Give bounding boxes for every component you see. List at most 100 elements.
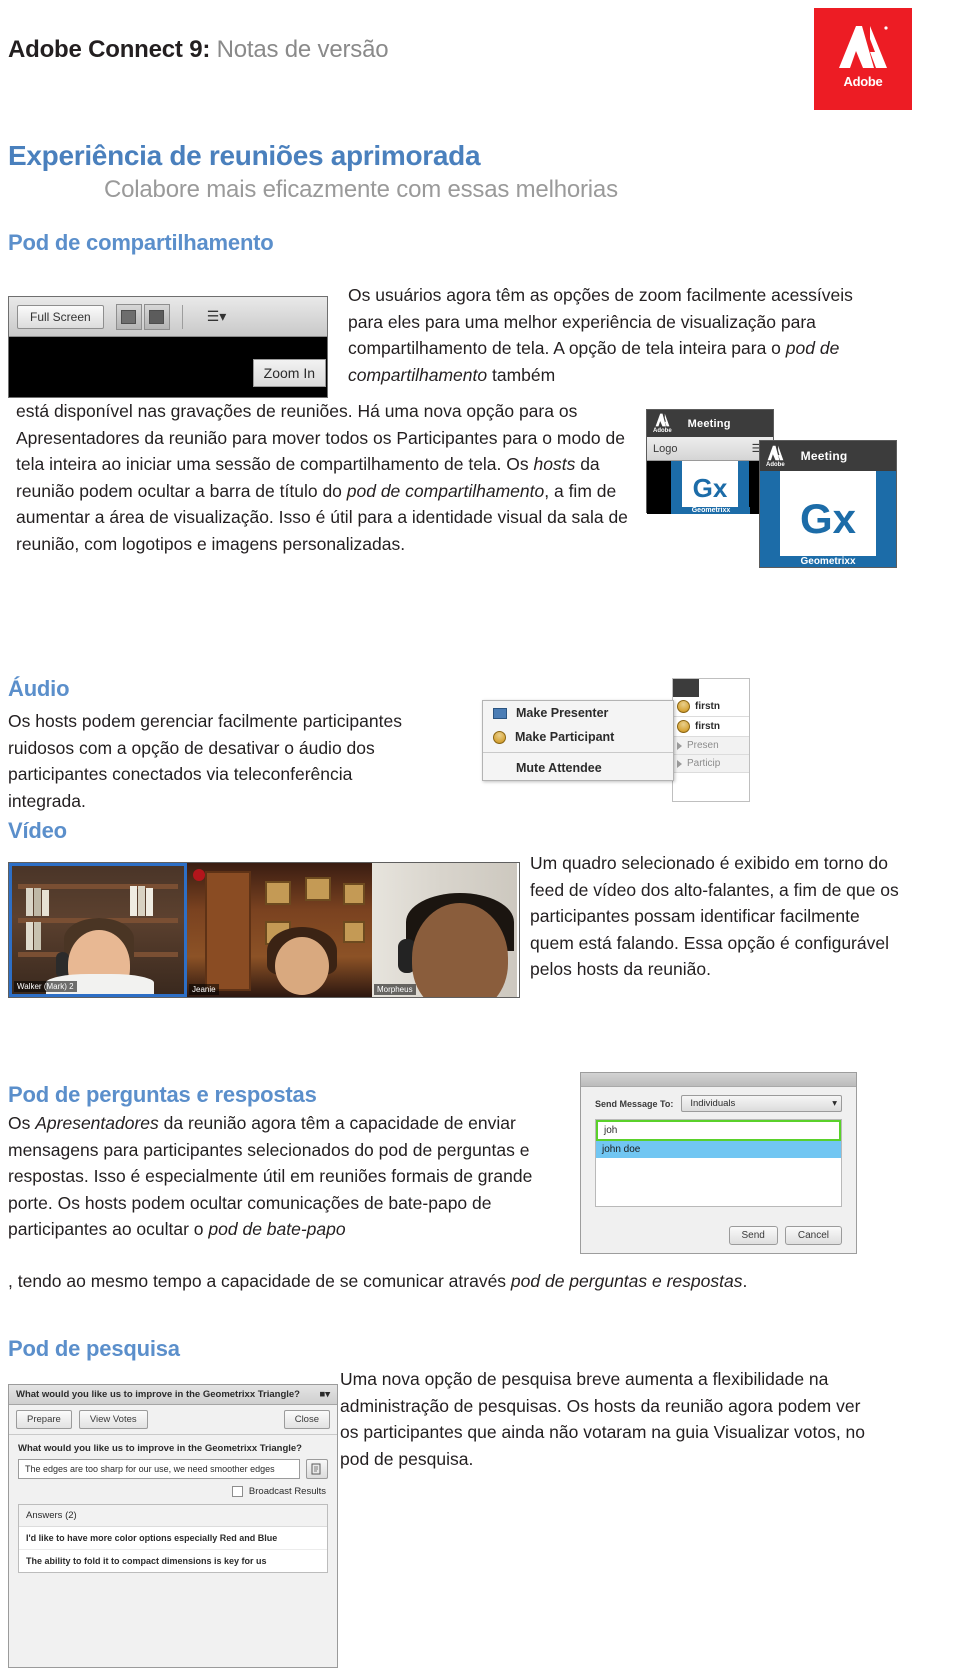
share-pod-text-right: Os usuários agora têm as opções de zoom …	[340, 282, 872, 388]
audio-context-menu-screenshot: firstn firstn Presen Particip Make Prese…	[482, 678, 750, 802]
poll-toolbar: Prepare View Votes Close	[9, 1405, 337, 1435]
qa-italic-1: Apresentadores	[35, 1113, 159, 1133]
meeting-logo-thumbnail-1: Adobe Meeting Logo ☰▾ Gx Geometrixx	[646, 409, 774, 514]
qa-paragraph-cont: , tendo ao mesmo tempo a capacidade de s…	[8, 1268, 868, 1295]
poll-question: What would you like us to improve in the…	[18, 1443, 302, 1454]
send-to-label: Send Message To:	[595, 1098, 674, 1109]
broadcast-results-row[interactable]: Broadcast Results	[9, 1479, 337, 1502]
page-title-subtitle: Notas de versão	[210, 36, 389, 63]
adobe-a-mark-icon-small-1: Adobe	[653, 413, 672, 434]
section-heading: Experiência de reuniões aprimorada	[8, 140, 481, 171]
menu-item-label: Make Participant	[515, 730, 615, 744]
share-pod-paragraph-flow: está disponível nas gravações de reuniõe…	[16, 398, 648, 558]
meeting-logo-label: Logo	[653, 442, 678, 455]
full-screen-button[interactable]: Full Screen	[17, 304, 104, 329]
dialog-buttons: Send Cancel	[728, 1226, 842, 1245]
menu-item-label: Mute Attendee	[516, 761, 602, 775]
video-paragraph: Um quadro selecionado é exibido em torno…	[530, 853, 899, 980]
list-item: The ability to fold it to compact dimens…	[26, 1556, 267, 1566]
view-mode-fill-icon[interactable]	[143, 303, 170, 330]
presenters-group-row[interactable]: Presen	[673, 737, 749, 755]
recipient-list-empty	[596, 1158, 841, 1206]
share-pod-paragraph-right: Os usuários agora têm as opções de zoom …	[348, 282, 872, 388]
qa-seg-3: , tendo ao mesmo tempo a capacidade de s…	[8, 1271, 511, 1291]
recipient-search-input[interactable]: joh	[596, 1120, 841, 1141]
poll-paragraph: Uma nova opção de pesquisa breve aumenta…	[340, 1369, 866, 1469]
poll-answers-list: Answers (2) I'd like to have more color …	[18, 1504, 328, 1573]
broadcast-results-label: Broadcast Results	[248, 1486, 326, 1497]
attendee-row[interactable]: firstn	[673, 697, 749, 717]
adobe-word-small-1: Adobe	[653, 428, 672, 434]
recipient-suggestion[interactable]: john doe	[596, 1141, 841, 1158]
document-header: Adobe Connect 9: Notas de versão Adobe	[0, 0, 960, 118]
mute-indicator-icon	[193, 869, 205, 881]
answers-header: Answers (2)	[19, 1505, 327, 1527]
attendee-row[interactable]: firstn	[673, 717, 749, 737]
share-pod-para-a: Os usuários agora têm as opções de zoom …	[348, 285, 853, 359]
recipient-picker: joh john doe	[595, 1119, 842, 1207]
video-tile[interactable]: Morpheus	[372, 863, 517, 997]
pod-options-icon[interactable]: ■▾	[319, 1389, 330, 1400]
view-mode-fit-icon[interactable]	[115, 303, 142, 330]
menu-separator	[483, 752, 673, 753]
video-tile-selected[interactable]: Walker (Mark) 2	[9, 863, 187, 997]
send-to-dropdown[interactable]: Individuals ▾	[681, 1095, 842, 1112]
meeting-logo-area-1: Gx Geometrixx	[647, 461, 773, 514]
menu-item-make-participant[interactable]: Make Participant	[483, 725, 673, 749]
qa-section-continued: , tendo ao mesmo tempo a capacidade de s…	[8, 1268, 868, 1295]
poll-pod-titlebar: What would you like us to improve in the…	[9, 1385, 337, 1405]
adobe-a-mark-icon	[839, 26, 888, 68]
attendee-name: firstn	[695, 701, 720, 712]
video-text: Um quadro selecionado é exibido em torno…	[530, 850, 900, 983]
send-button[interactable]: Send	[728, 1226, 778, 1245]
close-button[interactable]: Close	[283, 1410, 330, 1429]
send-to-value: Individuals	[690, 1098, 736, 1109]
qa-paragraph: Os Apresentadores da reunião agora têm a…	[8, 1110, 568, 1243]
qa-italic-3: pod de perguntas e respostas	[510, 1271, 743, 1291]
qa-send-message-dialog: Send Message To: Individuals ▾ joh john d…	[580, 1072, 857, 1254]
context-menu: Make Presenter Make Participant Mute Att…	[482, 700, 674, 781]
monitor-icon	[493, 707, 507, 719]
meeting-titlebar-1: Adobe Meeting	[647, 410, 773, 437]
page-title-product: Adobe Connect 9:	[8, 36, 211, 63]
geometrixx-logo-2: Gx	[760, 471, 896, 567]
video-tile-label: Jeanie	[189, 984, 219, 995]
menu-item-label: Make Presenter	[516, 706, 609, 720]
video-tile-label: Walker (Mark) 2	[14, 981, 77, 992]
meeting-title-text-1: Meeting	[687, 417, 731, 430]
menu-item-mute-attendee[interactable]: Mute Attendee	[483, 756, 673, 780]
view-mode-buttons[interactable]	[115, 303, 170, 330]
geometrixx-caption-1: Geometrixx	[672, 507, 750, 514]
zoom-in-button[interactable]: Zoom In	[252, 359, 326, 387]
geometrixx-gx-text-1: Gx	[692, 472, 728, 503]
adobe-wordmark: Adobe	[843, 74, 883, 89]
audio-section: Áudio Os hosts podem gerenciar facilment…	[8, 676, 428, 814]
meeting-logo-thumbnail-2: Adobe Meeting Gx Geometrixx	[759, 440, 897, 568]
section-subheading: Colabore mais eficazmente com essas melh…	[104, 176, 618, 203]
prepare-button[interactable]: Prepare	[16, 1410, 72, 1429]
participants-group-row[interactable]: Particip	[673, 755, 749, 773]
video-tile-label: Morpheus	[374, 984, 416, 995]
cancel-button[interactable]: Cancel	[784, 1226, 842, 1245]
view-votes-button[interactable]: View Votes	[78, 1410, 148, 1429]
qa-heading: Pod de perguntas e respostas	[8, 1082, 317, 1107]
poll-answer-input[interactable]: The edges are too sharp for our use, we …	[18, 1459, 300, 1479]
menu-item-make-presenter[interactable]: Make Presenter	[483, 701, 673, 725]
adobe-logo: Adobe	[814, 8, 912, 110]
video-pod-screenshot: Walker (Mark) 2 Jeanie Morpheus	[8, 862, 520, 998]
toolbar-divider	[181, 304, 183, 329]
person-icon	[677, 700, 690, 713]
video-tile[interactable]: Jeanie	[187, 863, 372, 997]
geometrixx-logo-inner-2: Gx	[780, 471, 876, 567]
qa-seg-1: Os	[8, 1113, 36, 1133]
qa-italic-2: pod de bate-papo	[208, 1219, 346, 1240]
poll-heading: Pod de pesquisa	[8, 1336, 180, 1361]
broadcast-results-checkbox[interactable]	[231, 1486, 243, 1497]
flow-italic-2: pod de compartilhamento	[346, 480, 545, 501]
video-heading: Vídeo	[8, 818, 67, 843]
dialog-titlebar	[581, 1073, 856, 1087]
submit-answer-icon[interactable]	[306, 1459, 328, 1479]
send-to-row: Send Message To: Individuals ▾	[581, 1087, 856, 1116]
attendee-name: firstn	[695, 721, 720, 732]
hamburger-menu-icon[interactable]: ☰▾	[207, 308, 227, 325]
